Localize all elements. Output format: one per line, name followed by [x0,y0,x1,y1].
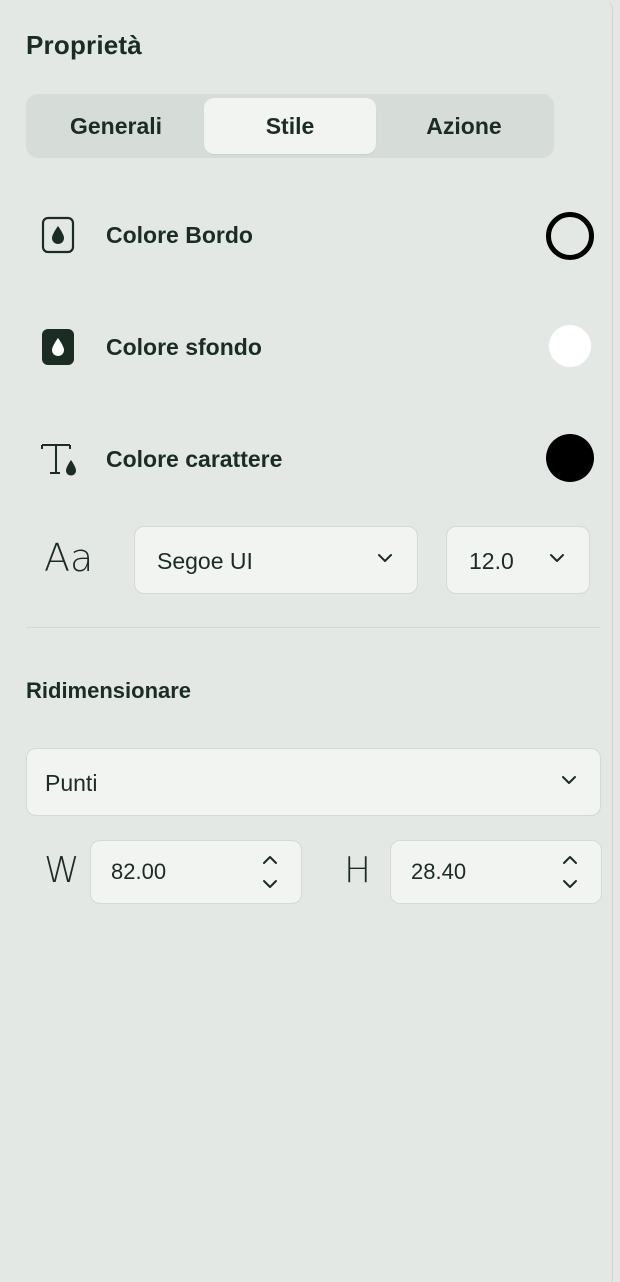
chevron-down-icon [550,554,564,562]
background-color-row: Colore sfondo [26,319,600,375]
background-color-swatch[interactable] [548,324,592,368]
font-color-swatch[interactable] [546,434,594,482]
droplet-filled-icon [42,329,74,365]
font-icon: Aa [44,536,94,580]
width-input[interactable] [111,841,241,903]
height-stepper[interactable] [390,840,602,904]
tab-style[interactable]: Stile [204,98,376,154]
panel-title: Proprietà [26,30,142,60]
chevron-down-icon [378,554,392,562]
stepper-arrows-icon[interactable] [561,855,579,889]
unit-dropdown[interactable]: Punti [26,748,601,816]
stepper-arrows-icon[interactable] [261,855,279,889]
font-color-label: Colore carattere [106,446,283,472]
tab-bar: Generali Stile Azione [26,94,554,158]
resize-section-title: Ridimensionare [26,678,192,703]
tab-general[interactable]: Generali [30,98,202,154]
font-family-value: Segoe UI [157,548,253,574]
droplet-outline-icon [41,216,75,254]
font-color-row: Colore carattere [26,431,600,487]
background-color-label: Colore sfondo [106,334,262,360]
properties-panel: Proprietà Generali Stile Azione Colore B… [0,0,613,1282]
section-divider [26,627,600,628]
tab-action[interactable]: Azione [378,98,550,154]
height-label: H [344,850,372,891]
width-stepper[interactable] [90,840,302,904]
border-color-row: Colore Bordo [26,207,600,263]
font-size-dropdown[interactable]: 12.0 [446,526,590,594]
font-family-dropdown[interactable]: Segoe UI [134,526,418,594]
height-input[interactable] [411,841,541,903]
border-color-swatch[interactable] [546,212,594,260]
text-color-icon [41,444,76,476]
border-color-label: Colore Bordo [106,222,253,248]
chevron-down-icon [562,776,576,784]
font-size-value: 12.0 [469,548,514,574]
width-label: W [44,850,80,891]
unit-value: Punti [45,770,98,796]
